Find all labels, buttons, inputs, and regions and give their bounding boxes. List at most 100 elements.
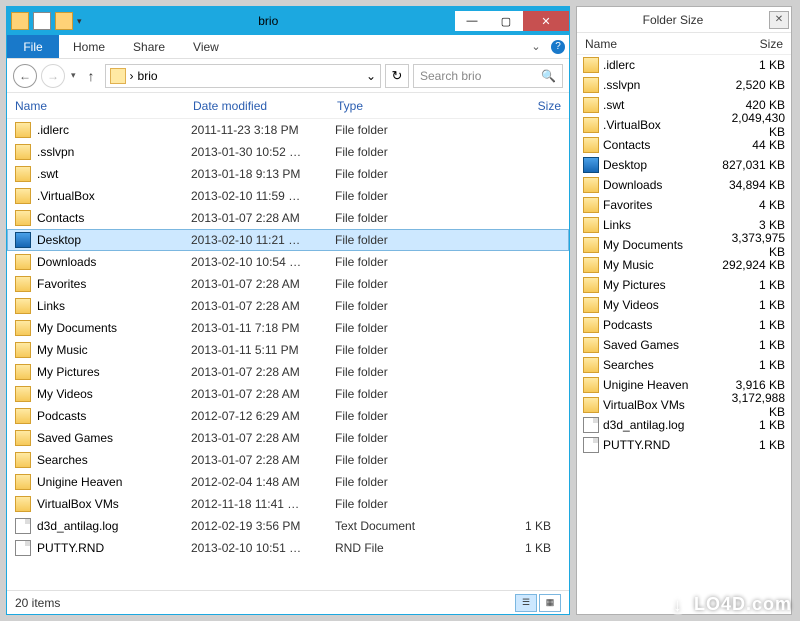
fs-name: .VirtualBox xyxy=(603,118,713,132)
fs-row[interactable]: Desktop827,031 KB xyxy=(577,155,791,175)
header-size[interactable]: Size xyxy=(435,99,569,113)
fs-row[interactable]: Downloads34,894 KB xyxy=(577,175,791,195)
fs-size: 3,916 KB xyxy=(713,378,791,392)
folder-size-list[interactable]: .idlerc1 KB.sslvpn2,520 KB.swt420 KB.Vir… xyxy=(577,55,791,455)
fs-header-name[interactable]: Name xyxy=(577,37,713,51)
fs-row[interactable]: Saved Games1 KB xyxy=(577,335,791,355)
file-date: 2013-01-07 2:28 AM xyxy=(191,431,335,445)
folder-size-titlebar[interactable]: Folder Size ✕ xyxy=(577,7,791,33)
file-type: File folder xyxy=(335,277,441,291)
properties-icon[interactable] xyxy=(33,12,51,30)
file-tab[interactable]: File xyxy=(7,35,59,58)
header-date[interactable]: Date modified xyxy=(185,99,329,113)
fs-row[interactable]: PUTTY.RND1 KB xyxy=(577,435,791,455)
fs-row[interactable]: VirtualBox VMs3,172,988 KB xyxy=(577,395,791,415)
fs-row[interactable]: .VirtualBox2,049,430 KB xyxy=(577,115,791,135)
fs-row[interactable]: My Videos1 KB xyxy=(577,295,791,315)
file-row[interactable]: Desktop2013-02-10 11:21 …File folder xyxy=(7,229,569,251)
forward-button[interactable]: → xyxy=(41,64,65,88)
file-row[interactable]: PUTTY.RND2013-02-10 10:51 …RND File1 KB xyxy=(7,537,569,559)
help-button[interactable]: ? xyxy=(547,35,569,58)
file-row[interactable]: .VirtualBox2013-02-10 11:59 …File folder xyxy=(7,185,569,207)
back-button[interactable]: ← xyxy=(13,64,37,88)
file-row[interactable]: My Pictures2013-01-07 2:28 AMFile folder xyxy=(7,361,569,383)
file-row[interactable]: Podcasts2012-07-12 6:29 AMFile folder xyxy=(7,405,569,427)
share-tab[interactable]: Share xyxy=(119,35,179,58)
file-row[interactable]: .idlerc2011-11-23 3:18 PMFile folder xyxy=(7,119,569,141)
folder-icon xyxy=(583,237,599,253)
header-name[interactable]: Name xyxy=(7,99,185,113)
fs-row[interactable]: d3d_antilag.log1 KB xyxy=(577,415,791,435)
file-row[interactable]: My Videos2013-01-07 2:28 AMFile folder xyxy=(7,383,569,405)
breadcrumb-location[interactable]: brio xyxy=(138,69,158,83)
titlebar[interactable]: ▾ brio — ▢ ✕ xyxy=(7,7,569,35)
watermark: ↓ LO4D.com xyxy=(668,594,792,615)
fs-name: My Music xyxy=(603,258,713,272)
close-button[interactable]: ✕ xyxy=(523,11,569,31)
file-name: VirtualBox VMs xyxy=(37,497,191,511)
folder-icon xyxy=(15,210,31,226)
file-row[interactable]: My Documents2013-01-11 7:18 PMFile folde… xyxy=(7,317,569,339)
file-row[interactable]: Links2013-01-07 2:28 AMFile folder xyxy=(7,295,569,317)
file-name: .VirtualBox xyxy=(37,189,191,203)
file-date: 2012-07-12 6:29 AM xyxy=(191,409,335,423)
fs-header-size[interactable]: Size xyxy=(713,37,791,51)
header-type[interactable]: Type xyxy=(329,99,435,113)
refresh-button[interactable]: ↻ xyxy=(385,64,409,88)
file-row[interactable]: Favorites2013-01-07 2:28 AMFile folder xyxy=(7,273,569,295)
search-input[interactable]: Search brio 🔍 xyxy=(413,64,563,88)
folder-icon xyxy=(15,188,31,204)
fs-row[interactable]: Favorites4 KB xyxy=(577,195,791,215)
fs-name: d3d_antilag.log xyxy=(603,418,713,432)
fs-size: 44 KB xyxy=(713,138,791,152)
file-list[interactable]: .idlerc2011-11-23 3:18 PMFile folder.ssl… xyxy=(7,119,569,579)
folder-size-close-button[interactable]: ✕ xyxy=(769,11,789,29)
up-button[interactable]: ↑ xyxy=(82,68,101,84)
file-row[interactable]: Saved Games2013-01-07 2:28 AMFile folder xyxy=(7,427,569,449)
file-row[interactable]: .sslvpn2013-01-30 10:52 …File folder xyxy=(7,141,569,163)
fs-name: Downloads xyxy=(603,178,713,192)
file-row[interactable]: .swt2013-01-18 9:13 PMFile folder xyxy=(7,163,569,185)
file-row[interactable]: VirtualBox VMs2012-11-18 11:41 …File fol… xyxy=(7,493,569,515)
explorer-window: ▾ brio — ▢ ✕ File Home Share View ⌄ ? ← … xyxy=(6,6,570,615)
file-type: File folder xyxy=(335,255,441,269)
ribbon-expand-icon[interactable]: ⌄ xyxy=(525,35,547,58)
new-folder-icon[interactable] xyxy=(55,12,73,30)
fs-row[interactable]: Podcasts1 KB xyxy=(577,315,791,335)
history-dropdown-icon[interactable]: ▾ xyxy=(69,70,78,81)
fs-row[interactable]: Searches1 KB xyxy=(577,355,791,375)
file-row[interactable]: Unigine Heaven2012-02-04 1:48 AMFile fol… xyxy=(7,471,569,493)
file-date: 2013-01-18 9:13 PM xyxy=(191,167,335,181)
desktop-icon xyxy=(15,232,31,248)
fs-row[interactable]: My Pictures1 KB xyxy=(577,275,791,295)
fs-row[interactable]: .idlerc1 KB xyxy=(577,55,791,75)
folder-icon xyxy=(15,386,31,402)
doc-icon xyxy=(15,518,31,534)
maximize-button[interactable]: ▢ xyxy=(489,11,523,31)
file-size: 1 KB xyxy=(441,541,569,555)
file-row[interactable]: Downloads2013-02-10 10:54 …File folder xyxy=(7,251,569,273)
item-count: 20 items xyxy=(15,596,60,610)
fs-row[interactable]: .sslvpn2,520 KB xyxy=(577,75,791,95)
home-tab[interactable]: Home xyxy=(59,35,119,58)
file-row[interactable]: d3d_antilag.log2012-02-19 3:56 PMText Do… xyxy=(7,515,569,537)
file-date: 2012-11-18 11:41 … xyxy=(191,497,335,511)
address-bar[interactable]: › brio ⌄ xyxy=(105,64,381,88)
file-type: File folder xyxy=(335,409,441,423)
folder-icon[interactable] xyxy=(11,12,29,30)
fs-name: .swt xyxy=(603,98,713,112)
fs-row[interactable]: My Music292,924 KB xyxy=(577,255,791,275)
address-dropdown-icon[interactable]: ⌄ xyxy=(366,69,376,83)
fs-row[interactable]: Contacts44 KB xyxy=(577,135,791,155)
minimize-button[interactable]: — xyxy=(455,11,489,31)
details-view-button[interactable]: ☰ xyxy=(515,594,537,612)
file-row[interactable]: My Music2013-01-11 5:11 PMFile folder xyxy=(7,339,569,361)
icons-view-button[interactable]: ▦ xyxy=(539,594,561,612)
view-tab[interactable]: View xyxy=(179,35,233,58)
file-row[interactable]: Contacts2013-01-07 2:28 AMFile folder xyxy=(7,207,569,229)
file-row[interactable]: Searches2013-01-07 2:28 AMFile folder xyxy=(7,449,569,471)
folder-icon xyxy=(15,166,31,182)
file-date: 2011-11-23 3:18 PM xyxy=(191,123,335,137)
fs-row[interactable]: My Documents3,373,975 KB xyxy=(577,235,791,255)
fs-name: VirtualBox VMs xyxy=(603,398,713,412)
